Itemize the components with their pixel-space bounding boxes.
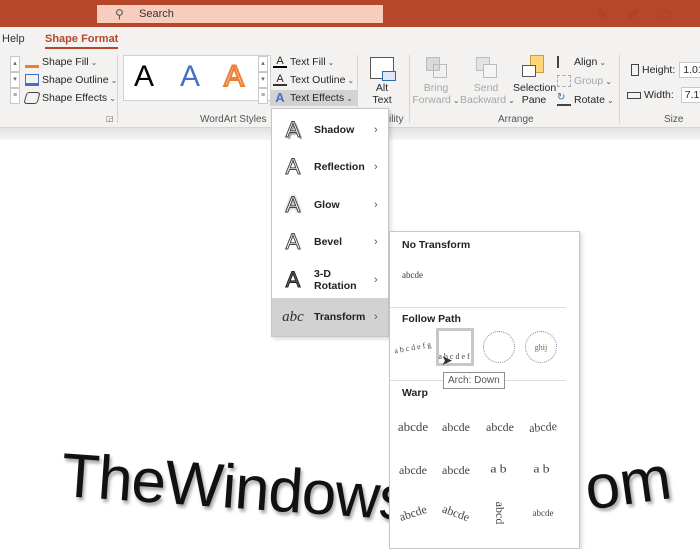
- accessibility-label: ility: [389, 114, 404, 125]
- mouse-cursor-icon: ➤: [441, 352, 453, 368]
- wordart-styles-label: WordArt Styles: [200, 114, 267, 125]
- tooltip: Arch: Down: [443, 372, 505, 389]
- height-input[interactable]: 1.01": [679, 62, 700, 78]
- menu-item-reflection[interactable]: A Reflection ›: [272, 148, 388, 186]
- text-outline-button[interactable]: A Text Outline ⌄: [273, 74, 354, 86]
- warp-option[interactable]: ab: [524, 455, 562, 485]
- width-icon: [627, 91, 641, 99]
- size-label: Size: [664, 114, 684, 125]
- wordart-preset-blue[interactable]: A: [180, 60, 200, 94]
- selection-pane-icon: [522, 55, 546, 79]
- text-outline-icon: A: [273, 74, 287, 86]
- chevron-right-icon: ›: [374, 199, 378, 211]
- chevron-right-icon: ›: [374, 161, 378, 173]
- reflection-a-icon: A: [285, 154, 301, 180]
- shape-effects-icon: [23, 92, 41, 104]
- paint-bucket-icon: [25, 56, 39, 68]
- warp-option[interactable]: abcde: [394, 451, 432, 489]
- chevron-right-icon: ›: [374, 124, 378, 136]
- slide-wordart-text-tail[interactable]: om: [580, 442, 676, 524]
- rotate-icon: ↻: [557, 93, 571, 106]
- title-bar: ⚲ Search ✎✐⬭: [0, 0, 700, 27]
- shape-gallery-up[interactable]: ▴: [10, 56, 20, 72]
- height-control: Height: 1.01": [627, 62, 700, 78]
- warp-option[interactable]: abcde: [437, 451, 475, 489]
- search-placeholder: Search: [139, 8, 174, 20]
- align-button[interactable]: Align ⌄: [557, 56, 606, 68]
- no-transform-option[interactable]: abcde: [402, 270, 423, 280]
- alt-text-button[interactable]: Alt Text: [368, 57, 396, 106]
- chevron-right-icon: ›: [374, 311, 378, 323]
- shadow-a-icon: A: [285, 117, 301, 143]
- wordart-preset-black[interactable]: A: [134, 60, 154, 94]
- follow-path-heading: Follow Path: [402, 313, 461, 325]
- align-icon: [557, 56, 571, 68]
- group-button[interactable]: Group ⌄: [557, 75, 612, 87]
- wordart-gallery-more[interactable]: ≡: [258, 88, 268, 104]
- menu-item-transform[interactable]: abc Transform ›: [272, 298, 388, 336]
- group-icon: [557, 75, 571, 87]
- warp-option[interactable]: abcd: [481, 494, 519, 532]
- arrange-label: Arrange: [498, 114, 534, 125]
- warp-option[interactable]: ab: [481, 455, 519, 485]
- follow-path-button[interactable]: ghij: [522, 328, 560, 366]
- shape-gallery-more[interactable]: ≡: [10, 88, 20, 104]
- width-control: Width: 7.1": [627, 87, 700, 103]
- ribbon-tabs: Help Shape Format: [0, 27, 700, 51]
- warp-option[interactable]: abcde: [394, 408, 432, 446]
- slide-wordart-text[interactable]: TheWindows: [59, 440, 411, 535]
- shape-outline-button[interactable]: Shape Outline ⌄: [25, 74, 117, 86]
- wordart-gallery-up[interactable]: ▴: [258, 56, 268, 72]
- tab-help[interactable]: Help: [2, 33, 25, 45]
- follow-path-circle[interactable]: [480, 328, 518, 366]
- tab-shape-format[interactable]: Shape Format: [45, 33, 119, 49]
- rotation-a-icon: A: [285, 267, 301, 293]
- follow-path-arch-up[interactable]: abcdefg: [394, 328, 434, 366]
- warp-option[interactable]: abcde: [524, 494, 562, 532]
- bring-forward-icon: [424, 57, 448, 79]
- text-effects-button[interactable]: A Text Effects ⌄: [270, 90, 357, 106]
- transform-submenu: No Transform abcde Follow Path abcdefg a…: [389, 231, 580, 549]
- shape-effects-button[interactable]: Shape Effects ⌄: [23, 92, 116, 104]
- warp-heading: Warp: [402, 387, 428, 399]
- text-fill-icon: A: [273, 56, 287, 68]
- no-transform-heading: No Transform: [402, 239, 471, 251]
- chevron-right-icon: ›: [374, 236, 378, 248]
- warp-option[interactable]: abcde: [523, 407, 564, 448]
- bring-forward-button[interactable]: Bring Forward ⌄: [412, 57, 460, 107]
- alt-text-icon: [370, 57, 396, 81]
- wordart-preset-orange[interactable]: A: [223, 59, 245, 94]
- menu-item-bevel[interactable]: A Bevel ›: [272, 223, 388, 261]
- height-icon: [631, 64, 639, 76]
- search-icon: ⚲: [115, 7, 124, 21]
- text-fill-button[interactable]: A Text Fill ⌄: [273, 56, 334, 68]
- warp-option[interactable]: abcde: [389, 489, 437, 537]
- send-backward-icon: [474, 57, 498, 79]
- shape-gallery-down[interactable]: ▾: [10, 72, 20, 88]
- titlebar-decorative-icons: ✎✐⬭: [595, 7, 690, 24]
- menu-item-shadow[interactable]: A Shadow ›: [272, 111, 388, 149]
- warp-option[interactable]: abcde: [432, 489, 481, 538]
- menu-item-3d-rotation[interactable]: A 3-D Rotation ›: [272, 261, 388, 299]
- width-input[interactable]: 7.1": [680, 87, 700, 103]
- menu-item-glow[interactable]: A Glow ›: [272, 186, 388, 224]
- warp-option[interactable]: abcde: [481, 408, 519, 446]
- send-backward-button[interactable]: Send Backward ⌄: [460, 57, 515, 107]
- rotate-button[interactable]: ↻ Rotate ⌄: [557, 93, 614, 106]
- glow-a-icon: A: [285, 192, 301, 218]
- pen-outline-icon: [25, 74, 39, 86]
- text-effects-icon: A: [275, 90, 285, 105]
- warp-option[interactable]: abcde: [437, 408, 475, 446]
- search-box[interactable]: ⚲ Search: [97, 5, 383, 23]
- selection-pane-button[interactable]: Selection Pane: [513, 55, 556, 106]
- wordart-gallery-down[interactable]: ▾: [258, 72, 268, 88]
- abc-transform-icon: abc: [282, 308, 304, 325]
- text-effects-menu: A Shadow › A Reflection › A Glow › A Bev…: [271, 108, 389, 337]
- wordart-gallery: A A A: [123, 55, 271, 101]
- shape-fill-button[interactable]: Shape Fill ⌄: [25, 56, 97, 68]
- bevel-a-icon: A: [285, 229, 301, 255]
- chevron-right-icon: ›: [374, 274, 378, 286]
- dialog-launcher-icon[interactable]: ◲: [106, 114, 114, 123]
